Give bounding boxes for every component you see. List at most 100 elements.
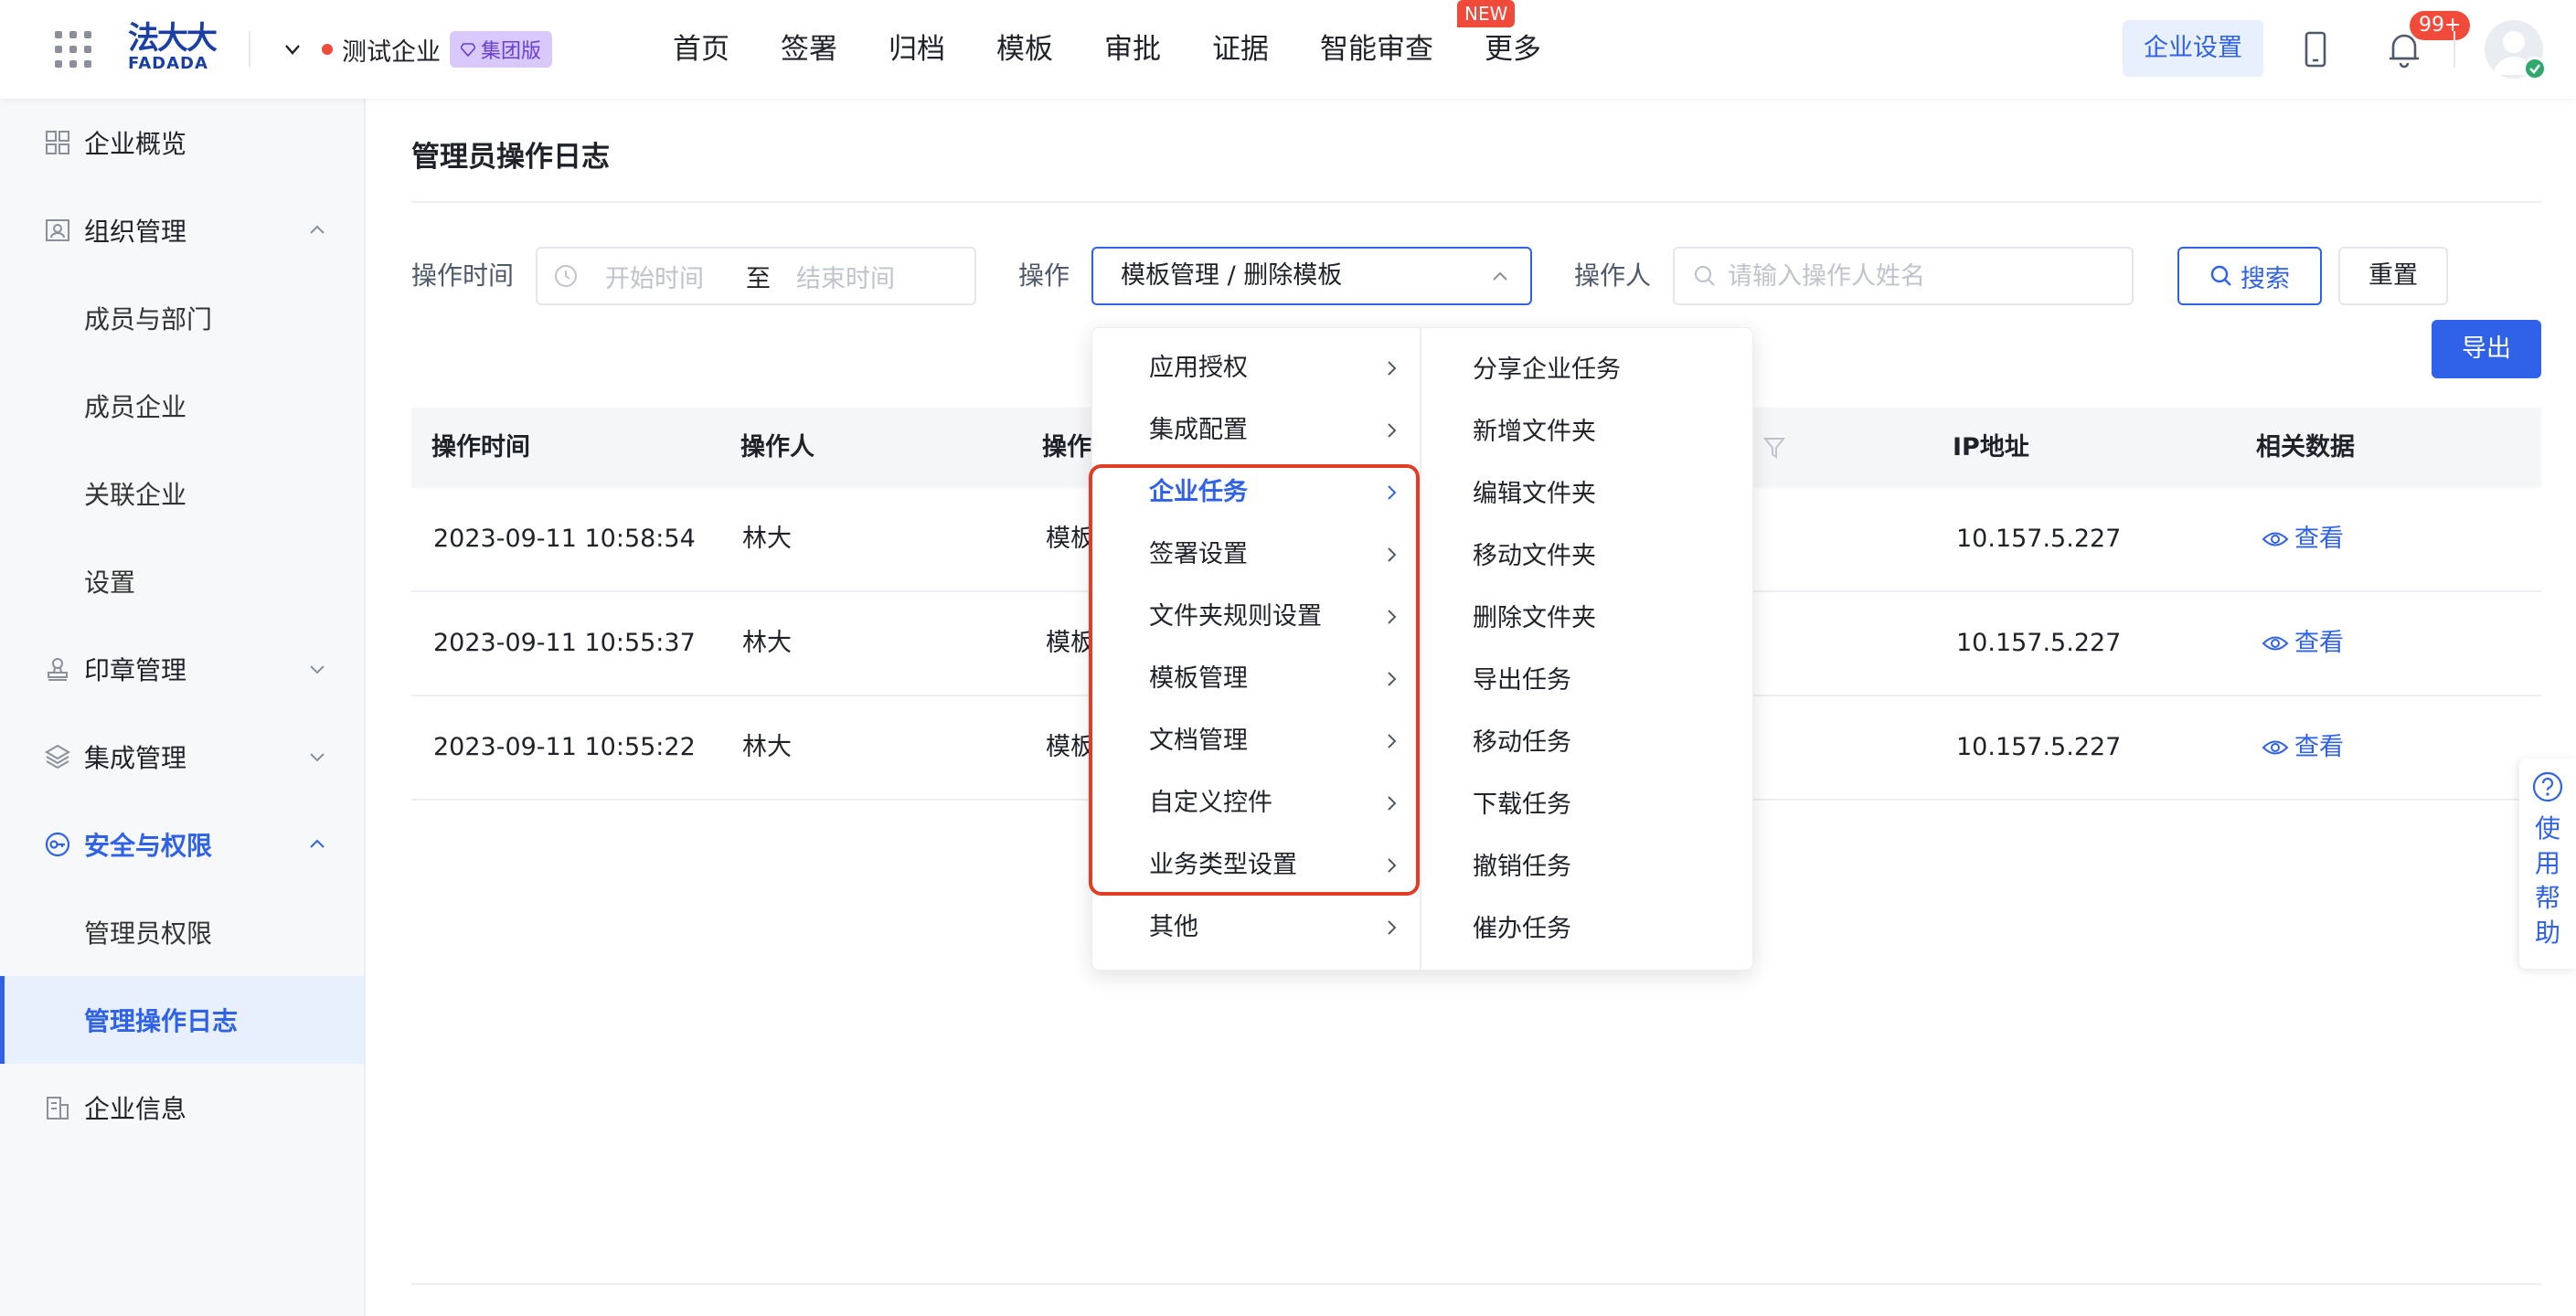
sidebar-item-members[interactable]: 成员与部门: [0, 274, 366, 362]
column-header-data: 相关数据: [2256, 433, 2355, 462]
sidebar-item-integration[interactable]: 集成管理: [0, 713, 366, 801]
org-icon: [46, 219, 69, 241]
cascader-option[interactable]: 文档管理: [1092, 710, 1421, 772]
cascader-option-label: 业务类型设置: [1149, 851, 1297, 879]
logo-en: FADADA: [128, 54, 208, 73]
search-button[interactable]: 搜索: [2177, 247, 2322, 305]
status-dot: [322, 44, 333, 55]
nav-home[interactable]: 首页: [673, 26, 729, 73]
cascader-sub-option[interactable]: 撤销任务: [1423, 836, 1754, 898]
sidebar-item-member-companies[interactable]: 成员企业: [0, 362, 366, 450]
nav-more[interactable]: 更多: [1485, 26, 1541, 73]
cascader-option[interactable]: 模板管理: [1092, 648, 1421, 710]
nav-template[interactable]: 模板: [996, 26, 1053, 73]
sidebar-item-org[interactable]: 组织管理: [0, 186, 366, 274]
chevron-right-icon: [1388, 610, 1397, 624]
cascader-option[interactable]: 文件夹规则设置: [1092, 586, 1421, 648]
company-switcher[interactable]: 测试企业 集团版: [283, 27, 553, 71]
nav-sign[interactable]: 签署: [781, 26, 837, 73]
cascader-option[interactable]: 业务类型设置: [1092, 834, 1421, 897]
app-grid-icon[interactable]: [55, 31, 91, 68]
nav-approval[interactable]: 审批: [1104, 26, 1161, 73]
column-header-operation: 操作: [1042, 433, 1091, 462]
cascader-option[interactable]: 其他: [1092, 897, 1421, 959]
nav-archive[interactable]: 归档: [889, 26, 945, 73]
cascader-option-label: 模板管理: [1149, 664, 1248, 693]
cascader-sub-option[interactable]: 删除文件夹: [1423, 588, 1754, 650]
sidebar-item-seal[interactable]: 印章管理: [0, 625, 366, 713]
cascader-sub-option[interactable]: 新增文件夹: [1423, 401, 1754, 463]
sidebar-item-label: 企业信息: [84, 1094, 187, 1124]
view-link[interactable]: 查看: [2262, 696, 2344, 799]
sidebar-item-overview[interactable]: 企业概览: [0, 99, 366, 186]
view-link[interactable]: 查看: [2262, 592, 2344, 695]
cascader-option-active[interactable]: 企业任务: [1092, 462, 1421, 524]
key-icon: [45, 832, 70, 857]
cascader-option[interactable]: 应用授权: [1092, 337, 1421, 399]
chevron-right-icon: [1388, 547, 1397, 562]
logo-cn: 法大大: [128, 20, 218, 57]
operator-search-field[interactable]: [1673, 247, 2134, 305]
cascader-option[interactable]: 签署设置: [1092, 524, 1421, 586]
sidebar-item-org-settings[interactable]: 设置: [0, 537, 366, 625]
export-button[interactable]: 导出: [2432, 320, 2541, 378]
cascader-sub-option[interactable]: 导出任务: [1423, 650, 1754, 712]
search-icon: [1694, 265, 1715, 286]
reset-button[interactable]: 重置: [2338, 247, 2448, 305]
view-link-label: 查看: [2294, 525, 2344, 553]
search-icon: [2210, 265, 2231, 286]
cascader-option[interactable]: 集成配置: [1092, 399, 1421, 462]
eye-icon: [2262, 636, 2289, 651]
chevron-right-icon: [1388, 361, 1397, 376]
chevron-right-icon: [1388, 485, 1397, 500]
operator-filter-label: 操作人: [1574, 260, 1652, 291]
cascader-option-label: 文件夹规则设置: [1149, 602, 1322, 631]
layers-icon: [45, 744, 70, 769]
footer-divider: [411, 1283, 2541, 1285]
date-range-picker[interactable]: 开始时间 至 结束时间: [536, 247, 976, 305]
chevron-right-icon: [1388, 796, 1397, 811]
cascader-option-label: 签署设置: [1149, 540, 1248, 568]
view-link-label: 查看: [2294, 629, 2344, 657]
nav-evidence[interactable]: 证据: [1212, 26, 1269, 73]
operation-filter-label: 操作: [1018, 260, 1070, 291]
cascader-sub-option[interactable]: 移动任务: [1423, 712, 1754, 774]
main-nav: 首页 签署 归档 模板 审批 证据 智能审查 更多 NEW: [673, 0, 1592, 73]
filter-icon[interactable]: [1762, 435, 1786, 461]
sidebar-item-admin-log[interactable]: 管理操作日志: [0, 976, 366, 1064]
row-operation: 模板: [1046, 733, 1095, 761]
row-ip: 10.157.5.227: [1956, 629, 2122, 657]
corp-settings-button[interactable]: 企业设置: [2123, 20, 2263, 77]
cascader-sub-option[interactable]: 分享企业任务: [1423, 339, 1754, 401]
sidebar-item-admin-permissions[interactable]: 管理员权限: [0, 888, 366, 976]
row-ip: 10.157.5.227: [1956, 525, 2122, 553]
chevron-right-icon: [1388, 734, 1397, 748]
range-separator: 至: [746, 264, 771, 293]
cascader-option[interactable]: 自定义控件: [1092, 772, 1421, 834]
cascader-option-label: 其他: [1149, 913, 1198, 941]
seal-icon: [48, 658, 68, 681]
header-divider-right: [2454, 31, 2455, 68]
sidebar-item-linked-companies[interactable]: 关联企业: [0, 450, 366, 537]
nav-smart-review[interactable]: 智能审查: [1320, 26, 1433, 73]
sidebar-item-company-info[interactable]: 企业信息: [0, 1064, 366, 1152]
view-link[interactable]: 查看: [2262, 488, 2344, 590]
sidebar-item-label: 印章管理: [84, 655, 187, 685]
end-time-placeholder[interactable]: 结束时间: [796, 259, 895, 294]
top-header: 法大大 FADADA 测试企业 集团版 首页 签署 归档 模板 审批 证据 智能…: [0, 0, 2576, 99]
cascader-sub-option[interactable]: 催办任务: [1423, 898, 1754, 960]
start-time-placeholder[interactable]: 开始时间: [605, 259, 704, 294]
operation-select[interactable]: 模板管理 / 删除模板: [1091, 247, 1532, 305]
sidebar-item-security[interactable]: 安全与权限: [0, 801, 366, 888]
cascader-sub-option[interactable]: 编辑文件夹: [1423, 463, 1754, 525]
cascader-sub-option[interactable]: 下载任务: [1423, 774, 1754, 836]
new-tag: NEW: [1457, 0, 1516, 27]
logo[interactable]: 法大大 FADADA: [128, 22, 223, 73]
mobile-icon[interactable]: [2298, 31, 2333, 68]
operator-input[interactable]: [1728, 261, 2112, 291]
title-divider: [411, 201, 2541, 203]
company-name: 测试企业: [342, 37, 441, 67]
cascader-sub-option[interactable]: 移动文件夹: [1423, 525, 1754, 588]
row-time: 2023-09-11 10:55:22: [433, 733, 696, 761]
help-tab[interactable]: 使用帮助: [2519, 759, 2576, 969]
